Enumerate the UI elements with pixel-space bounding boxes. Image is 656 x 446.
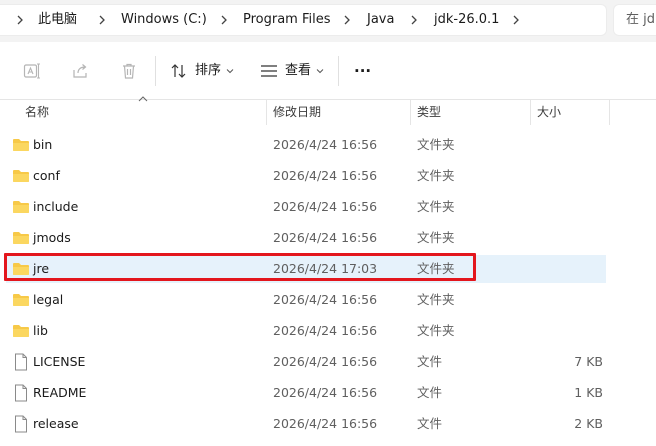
chevron-right-icon[interactable]	[408, 14, 420, 26]
file-size: 2 KB	[574, 416, 603, 431]
sort-label: 排序	[195, 63, 222, 78]
more-icon: ···	[354, 62, 372, 80]
file-type: 文件夹	[417, 261, 455, 276]
folder-icon	[13, 294, 29, 306]
list-item-selected[interactable]: jre 2026/4/24 17:03 文件夹	[6, 255, 606, 283]
toolbar-divider	[155, 56, 156, 86]
file-type: 文件夹	[417, 199, 455, 214]
chevron-right-icon[interactable]	[218, 14, 230, 26]
column-divider[interactable]	[266, 100, 267, 125]
folder-icon	[13, 325, 29, 337]
list-item[interactable]: README 2026/4/24 16:56 文件 1 KB	[6, 379, 606, 407]
folder-icon	[13, 201, 29, 213]
column-divider[interactable]	[609, 100, 610, 125]
delete-icon[interactable]	[119, 61, 139, 81]
column-header-size[interactable]: 大小	[537, 100, 561, 125]
chevron-right-icon[interactable]	[96, 14, 108, 26]
file-modified: 2026/4/24 16:56	[273, 354, 378, 369]
list-item[interactable]: legal 2026/4/24 16:56 文件夹	[6, 286, 606, 314]
list-item[interactable]: lib 2026/4/24 16:56 文件夹	[6, 317, 606, 345]
file-modified: 2026/4/24 16:56	[273, 416, 378, 431]
address-bar[interactable]: 此电脑 Windows (C:) Program Files Java jdk-…	[0, 5, 606, 35]
chevron-down-icon	[316, 69, 324, 74]
file-name: jre	[33, 261, 50, 276]
document-icon	[15, 353, 27, 371]
more-options-button[interactable]: ···	[354, 56, 374, 86]
list-item[interactable]: jmods 2026/4/24 16:56 文件夹	[6, 224, 606, 252]
column-header-type[interactable]: 类型	[417, 100, 441, 125]
file-type: 文件夹	[417, 230, 455, 245]
list-item[interactable]: include 2026/4/24 16:56 文件夹	[6, 193, 606, 221]
file-name: legal	[33, 292, 64, 307]
folder-icon	[13, 263, 29, 275]
address-bar-region: 此电脑 Windows (C:) Program Files Java jdk-…	[0, 0, 656, 42]
list-item[interactable]: conf 2026/4/24 16:56 文件夹	[6, 162, 606, 190]
file-name: LICENSE	[33, 354, 86, 369]
file-modified: 2026/4/24 17:03	[273, 261, 378, 276]
file-name: include	[33, 199, 79, 214]
column-headers: 名称 修改日期 类型 大小	[0, 96, 656, 125]
file-type: 文件夹	[417, 168, 455, 183]
file-modified: 2026/4/24 16:56	[273, 168, 378, 183]
file-name: release	[33, 416, 79, 431]
folder-icon	[13, 139, 29, 151]
sort-ascending-icon	[138, 96, 148, 102]
file-name: jmods	[33, 230, 71, 245]
search-box[interactable]: 在 jd	[614, 5, 656, 35]
breadcrumb-program-files[interactable]: Program Files	[243, 5, 331, 35]
rename-icon[interactable]	[22, 61, 42, 81]
command-bar: 排序 查看 ···	[0, 42, 656, 100]
chevron-right-icon[interactable]	[341, 14, 353, 26]
file-type: 文件夹	[417, 323, 455, 338]
file-modified: 2026/4/24 16:56	[273, 385, 378, 400]
breadcrumb-c-drive[interactable]: Windows (C:)	[121, 5, 207, 35]
folder-icon	[13, 170, 29, 182]
file-name: lib	[33, 323, 48, 338]
file-modified: 2026/4/24 16:56	[273, 199, 378, 214]
file-name: conf	[33, 168, 60, 183]
sort-button[interactable]: 排序	[170, 56, 238, 86]
file-size: 7 KB	[574, 354, 603, 369]
breadcrumb-jdk[interactable]: jdk-26.0.1	[434, 5, 499, 35]
file-name: README	[33, 385, 87, 400]
document-icon	[15, 415, 27, 433]
file-modified: 2026/4/24 16:56	[273, 230, 378, 245]
file-explorer-window: 此电脑 Windows (C:) Program Files Java jdk-…	[0, 0, 656, 446]
breadcrumb-java[interactable]: Java	[367, 5, 394, 35]
file-type: 文件夹	[417, 292, 455, 307]
chevron-right-icon[interactable]	[14, 14, 26, 26]
chevron-right-icon[interactable]	[510, 14, 522, 26]
folder-icon	[13, 232, 29, 244]
file-type: 文件	[417, 385, 443, 400]
column-divider[interactable]	[410, 100, 411, 125]
chevron-down-icon	[226, 69, 234, 74]
view-button[interactable]: 查看	[260, 56, 326, 86]
search-placeholder: 在 jd	[626, 12, 655, 27]
column-header-modified[interactable]: 修改日期	[273, 100, 321, 125]
file-type: 文件	[417, 416, 443, 431]
breadcrumb-this-pc[interactable]: 此电脑	[38, 5, 77, 35]
share-icon[interactable]	[71, 61, 91, 81]
view-icon	[261, 65, 277, 77]
file-size: 1 KB	[574, 385, 603, 400]
document-icon	[15, 384, 27, 402]
toolbar-divider	[338, 56, 339, 86]
file-type: 文件夹	[417, 137, 455, 152]
list-item[interactable]: release 2026/4/24 16:56 文件 2 KB	[6, 410, 606, 438]
sort-icon	[171, 64, 186, 78]
column-divider[interactable]	[530, 100, 531, 125]
file-name: bin	[33, 137, 53, 152]
file-modified: 2026/4/24 16:56	[273, 323, 378, 338]
view-label: 查看	[285, 63, 312, 78]
file-modified: 2026/4/24 16:56	[273, 292, 378, 307]
file-type: 文件	[417, 354, 443, 369]
list-item[interactable]: bin 2026/4/24 16:56 文件夹	[6, 131, 606, 159]
list-item[interactable]: LICENSE 2026/4/24 16:56 文件 7 KB	[6, 348, 606, 376]
column-header-name[interactable]: 名称	[25, 100, 49, 125]
file-modified: 2026/4/24 16:56	[273, 137, 378, 152]
